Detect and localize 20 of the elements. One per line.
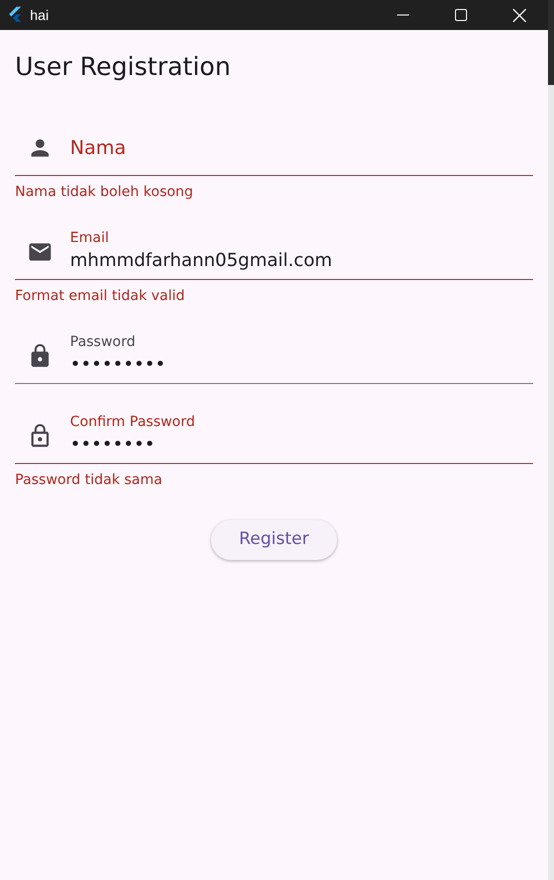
text-field[interactable]: Password ••••••••• <box>15 328 533 384</box>
field-label: Confirm Password <box>70 412 196 430</box>
field-label: Nama <box>70 136 126 160</box>
field-label: Email <box>70 228 110 246</box>
text-field[interactable]: Confirm Password •••••••• <box>15 408 533 464</box>
error-message: Password tidak sama <box>15 471 164 488</box>
app-logo-icon <box>6 6 24 24</box>
text-field[interactable]: Email mhmmdfarhann05gmail.com <box>15 224 533 280</box>
field-value: mhmmdfarhann05gmail.com <box>70 248 332 272</box>
text-field[interactable]: Nama <box>15 120 533 176</box>
field-value: ••••••••• <box>70 352 166 376</box>
window-title: hai <box>30 6 49 24</box>
register-button[interactable]: Register <box>211 520 337 560</box>
field-value: •••••••• <box>70 432 156 456</box>
close-icon <box>512 8 526 22</box>
field-label: Password <box>70 332 136 350</box>
maximize-icon <box>455 9 467 21</box>
error-message: Format email tidak valid <box>15 287 186 304</box>
error-message: Nama tidak boleh kosong <box>15 183 194 200</box>
page-title: User Registration <box>15 51 232 83</box>
